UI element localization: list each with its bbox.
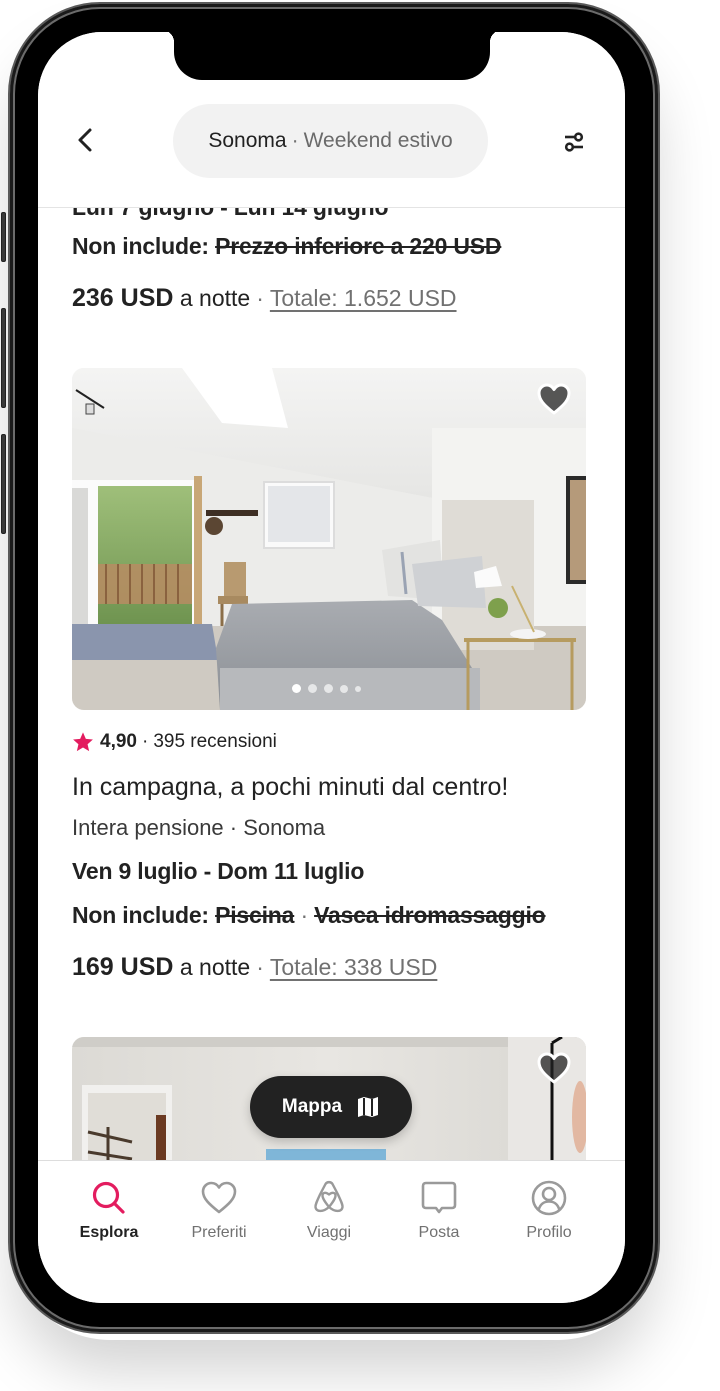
excluded-item: Prezzo inferiore a 220 USD: [215, 233, 502, 259]
message-icon: [421, 1181, 457, 1214]
airbnb-logo-icon: [314, 1180, 344, 1213]
phone-notch: [162, 30, 502, 80]
pagination-dot: [308, 684, 317, 693]
tab-viaggi[interactable]: Viaggi: [279, 1179, 379, 1242]
search-summary-pill[interactable]: Sonoma · Weekend estivo: [173, 104, 488, 178]
map-icon: [358, 1097, 379, 1117]
listing-price: 236 USD a notte · Totale: 1.652 USD: [72, 284, 457, 313]
separator-dot: ·: [256, 954, 264, 980]
listing-excludes: Non include: Prezzo inferiore a 220 USD: [72, 233, 502, 260]
app-screen: Lun 7 giugno - Lun 14 giugno Non include…: [38, 32, 625, 1303]
listing-dates: Ven 9 luglio - Dom 11 luglio: [72, 858, 365, 884]
excludes-label: Non include:: [72, 233, 209, 259]
tab-label: Posta: [418, 1224, 460, 1241]
nightly-price: 236 USD: [72, 284, 174, 312]
favorite-button[interactable]: [536, 382, 572, 416]
profile-icon: [531, 1180, 567, 1216]
device-volume-down: [1, 434, 6, 534]
total-price-link[interactable]: Totale: 1.652 USD: [270, 285, 457, 311]
price-unit: a notte: [179, 954, 251, 980]
search-dates: Weekend estivo: [303, 129, 453, 152]
pagination-dot-active: [292, 684, 301, 693]
filters-button[interactable]: [562, 130, 586, 154]
separator-dot: ·: [291, 129, 299, 152]
review-count[interactable]: 395 recensioni: [153, 731, 277, 753]
chevron-left-icon: [78, 128, 92, 152]
device-mute-switch: [1, 212, 6, 262]
map-button-label: Mappa: [281, 1096, 343, 1117]
listing-excludes: Non include: Piscina · Vasca idromassagg…: [72, 902, 546, 929]
photo-pagination: [292, 684, 361, 693]
excludes-label: Non include:: [72, 902, 209, 928]
back-button[interactable]: [74, 126, 98, 154]
tab-label: Preferiti: [191, 1224, 247, 1241]
search-icon: [92, 1181, 125, 1214]
separator-dot: ·: [300, 902, 308, 928]
map-button[interactable]: Mappa: [250, 1076, 412, 1138]
listing-subtitle: Intera pensione · Sonoma: [72, 815, 326, 840]
device-volume-up: [1, 308, 6, 408]
search-location: Sonoma: [208, 129, 287, 152]
pagination-dot: [355, 685, 361, 692]
sliders-icon: [564, 132, 584, 152]
listing-price: 169 USD a notte · Totale: 338 USD: [72, 953, 437, 982]
tab-posta[interactable]: Posta: [389, 1179, 489, 1242]
excluded-item: Piscina: [215, 902, 295, 928]
bottom-tab-bar: Esplora Preferiti Viaggi Posta Profilo: [38, 1160, 625, 1303]
tab-label: Viaggi: [306, 1224, 352, 1241]
tab-label: Esplora: [79, 1224, 139, 1241]
bedroom-photo-illustration: [72, 368, 586, 710]
star-icon: [73, 732, 93, 752]
tab-esplora[interactable]: Esplora: [59, 1179, 159, 1242]
heart-icon: [201, 1181, 237, 1214]
tab-label: Profilo: [526, 1224, 572, 1241]
favorite-button[interactable]: [536, 1051, 572, 1085]
tab-profilo[interactable]: Profilo: [499, 1179, 599, 1242]
tab-preferiti[interactable]: Preferiti: [169, 1179, 269, 1242]
listing-rating: 4,90 · 395 recensioni: [72, 731, 277, 753]
separator-dot: ·: [141, 731, 149, 752]
excluded-item: Vasca idromassaggio: [314, 902, 546, 928]
listing-photo[interactable]: [72, 368, 586, 710]
listing-title[interactable]: In campagna, a pochi minuti dal centro!: [72, 773, 508, 802]
pagination-dot: [324, 684, 333, 693]
heart-icon: [537, 1052, 571, 1084]
heart-icon: [537, 383, 571, 415]
price-unit: a notte: [179, 285, 251, 311]
nightly-price: 169 USD: [72, 953, 174, 981]
rating-score: 4,90: [100, 731, 137, 752]
total-price-link[interactable]: Totale: 338 USD: [270, 954, 437, 980]
separator-dot: ·: [256, 285, 264, 311]
pagination-dot: [340, 684, 348, 693]
